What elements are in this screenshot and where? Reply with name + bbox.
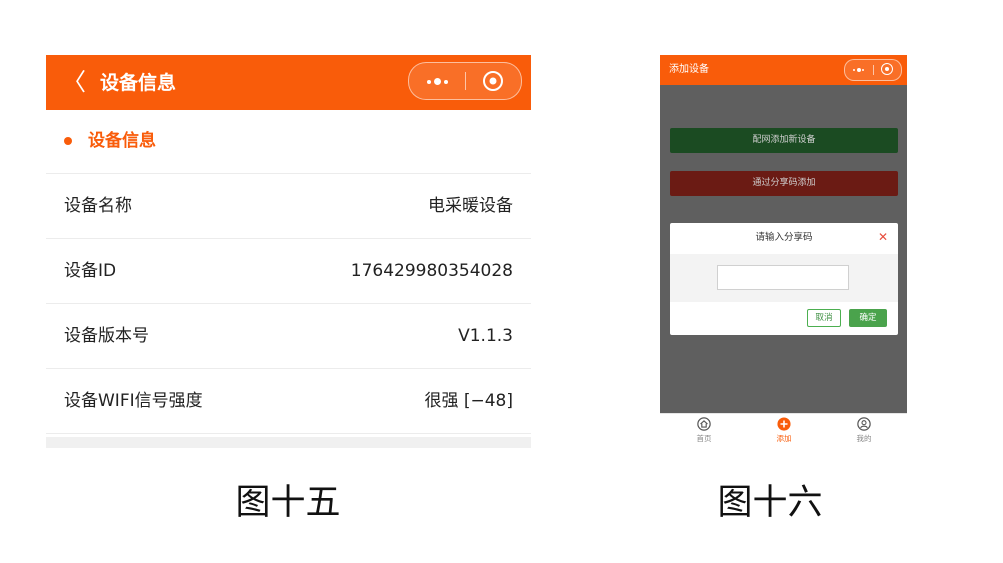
- more-icon[interactable]: [853, 68, 864, 72]
- tab-label: 我的: [856, 434, 872, 443]
- confirm-button[interactable]: 确定: [849, 309, 887, 327]
- tab-home[interactable]: 首页: [674, 417, 734, 444]
- miniprogram-capsule: [844, 59, 902, 81]
- plus-circle-icon: [777, 417, 791, 431]
- row-value: 很强 [−48]: [424, 391, 513, 411]
- row-label: 设备名称: [64, 196, 132, 216]
- info-row-wifi-signal: 设备WIFI信号强度 很强 [−48]: [46, 369, 531, 434]
- miniprogram-capsule: [408, 62, 522, 100]
- page-bottom-filler: [46, 437, 531, 448]
- nav-bar: 〈 设备信息: [46, 55, 531, 110]
- share-code-add-button[interactable]: 通过分享码添加: [670, 171, 898, 196]
- user-icon: [857, 417, 871, 431]
- tab-add[interactable]: 添加: [754, 417, 814, 444]
- modal-overlay: 配网添加新设备 通过分享码添加 请输入分享码 ✕ 取消 确定: [660, 85, 907, 413]
- close-miniprogram-icon[interactable]: [483, 71, 503, 91]
- share-code-dialog: 请输入分享码 ✕ 取消 确定: [670, 223, 898, 335]
- cancel-button[interactable]: 取消: [807, 309, 841, 327]
- row-label: 设备ID: [64, 261, 117, 281]
- add-device-screen: 添加设备 配网添加新设备 通过分享码添加 请输入分享码 ✕ 取消 确定 首页 添…: [660, 55, 907, 449]
- nav-bar: 添加设备: [660, 55, 907, 85]
- share-code-input[interactable]: [717, 265, 849, 290]
- page-title: 设备信息: [100, 72, 177, 94]
- row-label: 设备版本号: [64, 326, 149, 346]
- home-icon: [697, 417, 711, 431]
- page-title: 添加设备: [669, 64, 709, 75]
- info-row-device-id: 设备ID 176429980354028: [46, 239, 531, 304]
- capsule-divider: [873, 65, 874, 75]
- dialog-title: 请输入分享码: [755, 232, 813, 243]
- section-header: 设备信息: [46, 110, 531, 174]
- bottom-tab-bar: 首页 添加 我的: [660, 413, 907, 449]
- more-icon[interactable]: [427, 78, 448, 85]
- close-miniprogram-icon[interactable]: [881, 63, 893, 75]
- row-value: 176429980354028: [350, 261, 513, 281]
- info-row-device-name: 设备名称 电采暖设备: [46, 174, 531, 239]
- bullet-dot-icon: [64, 137, 72, 145]
- chevron-left-icon[interactable]: 〈: [62, 68, 86, 96]
- figure-caption-16: 图十六: [717, 483, 823, 523]
- dialog-body: [670, 254, 898, 302]
- tab-label: 首页: [696, 434, 712, 443]
- figure-caption-15: 图十五: [235, 483, 341, 523]
- capsule-divider: [465, 72, 466, 90]
- row-value: 电采暖设备: [428, 196, 513, 216]
- device-info-screen: 〈 设备信息 设备信息 设备名称 电采暖设备 设备ID 176429980354…: [46, 55, 531, 448]
- network-add-button[interactable]: 配网添加新设备: [670, 128, 898, 153]
- tab-label: 添加: [776, 434, 792, 443]
- section-title: 设备信息: [88, 131, 156, 151]
- row-value: V1.1.3: [458, 326, 513, 346]
- close-icon[interactable]: ✕: [878, 230, 888, 244]
- tab-mine[interactable]: 我的: [834, 417, 894, 444]
- info-row-version: 设备版本号 V1.1.3: [46, 304, 531, 369]
- row-label: 设备WIFI信号强度: [64, 391, 203, 411]
